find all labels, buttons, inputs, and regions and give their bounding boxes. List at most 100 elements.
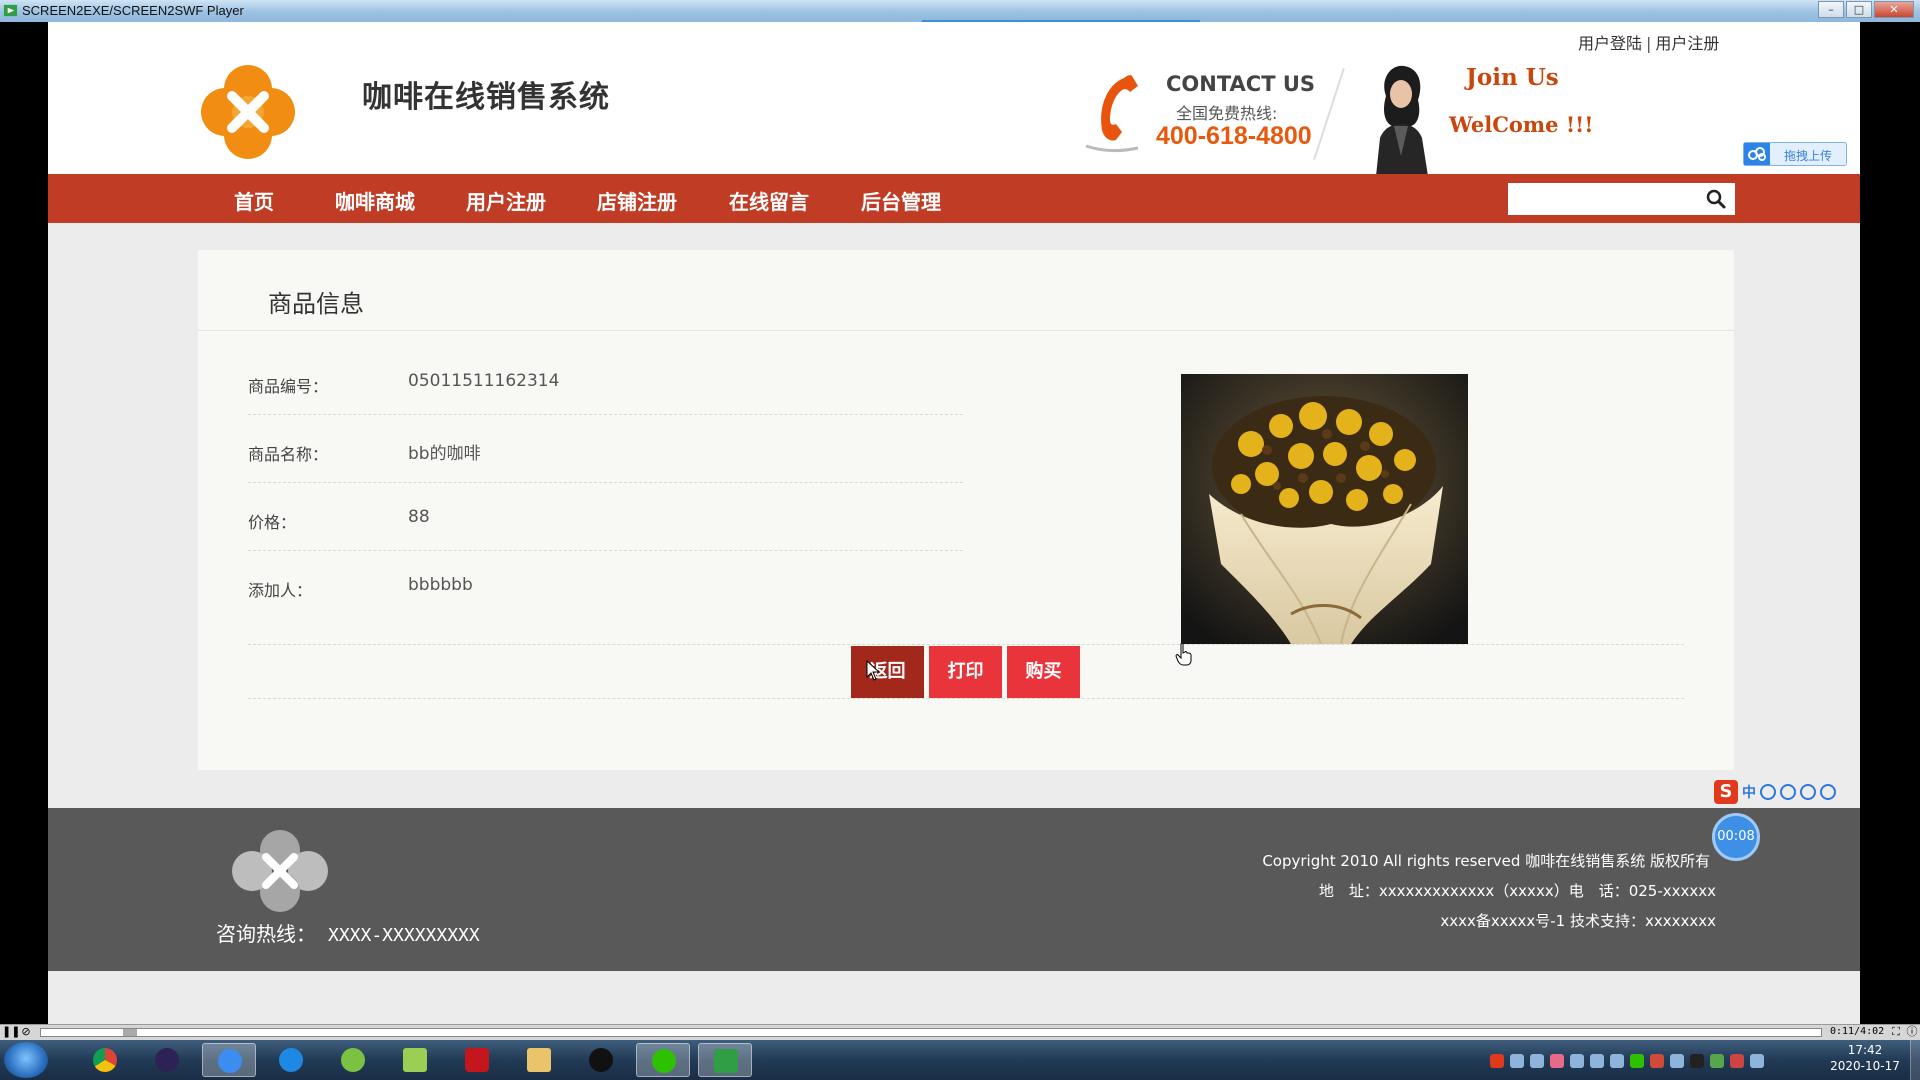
browser-taskbar-icon[interactable] [264, 1043, 318, 1077]
maximize-button[interactable]: □ [1846, 1, 1872, 18]
link-separator: | [1646, 34, 1652, 53]
nav-coffee-mall[interactable]: 咖啡商城 [335, 186, 415, 215]
clock-date: 2020-10-17 [1830, 1059, 1900, 1073]
copyright-owner: 咖啡在线销售系统 版权所有 [1525, 852, 1710, 870]
tray-icon[interactable] [1710, 1054, 1724, 1068]
window-controls: – □ ✕ [1818, 1, 1914, 18]
header-divider [1313, 68, 1345, 160]
upload-label: 拖拽上传 [1784, 149, 1833, 163]
chrome-taskbar-icon[interactable] [78, 1043, 132, 1077]
wechat-taskbar-icon[interactable] [636, 1043, 690, 1077]
cloud-icon [1744, 143, 1770, 165]
file-explorer-taskbar-icon[interactable] [512, 1043, 566, 1077]
customer-service-avatar [1376, 65, 1428, 176]
wechat-tray-icon[interactable] [1630, 1054, 1644, 1068]
back-button[interactable]: 返回 [851, 646, 924, 698]
eclipse-taskbar-icon[interactable] [140, 1043, 194, 1077]
seek-bar[interactable] [40, 1028, 1822, 1037]
web-page: 用户登陆 | 用户注册 咖啡在线销售系统 CONTACT US 全国免费热线: 40… [48, 22, 1860, 1025]
footer-icp: xxxx备xxxxx号-1 技术支持：xxxxxxxx [1440, 912, 1716, 930]
contact-label: CONTACT US [1166, 72, 1316, 96]
drag-upload-button[interactable]: 拖拽上传 [1743, 142, 1847, 166]
ime-mode-label[interactable]: 中 [1742, 782, 1756, 802]
ime-voice-icon[interactable] [1780, 784, 1796, 800]
ime-settings-icon[interactable] [1820, 784, 1836, 800]
nav-message-board[interactable]: 在线留言 [729, 186, 809, 215]
tray-icon[interactable] [1550, 1054, 1564, 1068]
network-tray-icon[interactable] [1750, 1054, 1764, 1068]
player-title: SCREEN2EXE/SCREEN2SWF Player [22, 3, 244, 18]
playback-time: 0:11/4:02 [1830, 1026, 1885, 1037]
screen-player-taskbar-icon[interactable] [698, 1043, 752, 1077]
clock-time: 17:42 [1847, 1043, 1883, 1057]
account-links: 用户登陆 | 用户注册 [1578, 30, 1719, 54]
info-icon[interactable]: ⓘ [1906, 1026, 1918, 1038]
sogou-ime-icon[interactable]: S [1714, 780, 1738, 804]
site-header: 用户登陆 | 用户注册 咖啡在线销售系统 CONTACT US 全国免费热线: 40… [48, 22, 1860, 176]
seek-thumb[interactable] [123, 1029, 137, 1036]
nav-shop-register[interactable]: 店铺注册 [597, 186, 677, 215]
buy-button[interactable]: 购买 [1007, 646, 1080, 698]
nav-user-register[interactable]: 用户注册 [466, 186, 546, 215]
system-tray [1490, 1050, 1790, 1072]
tray-icon[interactable] [1530, 1054, 1544, 1068]
close-button[interactable]: ✕ [1874, 1, 1914, 18]
arrow-cursor-icon [866, 660, 880, 681]
sogou-tray-icon[interactable] [1490, 1054, 1504, 1068]
divider [248, 644, 1684, 645]
ime-emoji-icon[interactable] [1760, 784, 1776, 800]
taskbar-clock[interactable]: 17:42 2020-10-17 [1820, 1042, 1910, 1074]
tray-icon[interactable] [1650, 1054, 1664, 1068]
recording-timer[interactable]: 00:08 [1712, 813, 1760, 861]
search-input[interactable] [1508, 183, 1735, 215]
fullscreen-icon[interactable]: ⛶ [1890, 1026, 1902, 1038]
footer-address: 地 址：xxxxxxxxxxxxx（xxxxx）电 话：025-xxxxxx [1318, 882, 1716, 900]
volume-tray-icon[interactable] [1730, 1054, 1744, 1068]
minimize-button[interactable]: – [1818, 1, 1844, 18]
field-label: 商品编号： [248, 377, 329, 396]
ime-keyboard-icon[interactable] [1800, 784, 1816, 800]
tray-icon[interactable] [1590, 1054, 1604, 1068]
shield-tray-icon[interactable] [1570, 1054, 1584, 1068]
nav-home[interactable]: 首页 [234, 186, 274, 215]
welcome-text: WelCome !!! [1449, 112, 1594, 137]
search-icon[interactable] [1705, 188, 1727, 210]
greenapp-taskbar-icon[interactable] [326, 1043, 380, 1077]
tray-icon[interactable] [1610, 1054, 1624, 1068]
register-link[interactable]: 用户注册 [1655, 34, 1719, 53]
field-label: 商品名称： [248, 445, 329, 464]
section-divider [198, 330, 1734, 331]
field-label: 价格： [248, 513, 297, 532]
consult-hotline: 咨询热线： XXXX-XXXXXXXXX [216, 918, 480, 947]
ime-toolbar: S 中 [1714, 778, 1920, 806]
join-us-text: Join Us [1466, 64, 1559, 91]
start-button-icon[interactable] [4, 1042, 48, 1078]
field-row-id: 商品编号： 05011511162314 [248, 347, 963, 415]
qq-tray-icon[interactable] [1690, 1054, 1704, 1068]
chart-tool-taskbar-icon[interactable] [388, 1043, 442, 1077]
nav-admin[interactable]: 后台管理 [861, 186, 941, 215]
taskbar: 17:42 2020-10-17 [0, 1040, 1920, 1080]
site-title: 咖啡在线销售系统 [362, 80, 610, 115]
baidu-netdisk-taskbar-icon[interactable] [202, 1043, 256, 1077]
field-row-creator: 添加人： bbbbbb [248, 551, 963, 619]
qq-taskbar-icon[interactable] [574, 1043, 628, 1077]
player-controls: ❚❚ ⊘ 0:11/4:02 ⛶ ⓘ [0, 1024, 1920, 1040]
hand-cursor-icon [1175, 642, 1192, 666]
field-label: 添加人： [248, 581, 313, 600]
copyright-prefix: Copyright 2010 All rights reserved [1262, 852, 1521, 870]
tray-icon[interactable] [1670, 1054, 1684, 1068]
stop-icon[interactable]: ⊘ [20, 1026, 32, 1038]
pause-icon[interactable]: ❚❚ [2, 1026, 20, 1038]
phone-icon [1085, 75, 1139, 153]
field-value: 05011511162314 [408, 371, 560, 391]
show-desktop-button[interactable] [1910, 1040, 1920, 1080]
field-value: bbbbbb [408, 575, 473, 595]
site-logo-icon[interactable] [198, 62, 298, 162]
print-button[interactable]: 打印 [929, 646, 1002, 698]
login-link[interactable]: 用户登陆 [1578, 34, 1642, 53]
flash-taskbar-icon[interactable] [450, 1043, 504, 1077]
section-title: 商品信息 [268, 290, 364, 318]
tray-icon[interactable] [1510, 1054, 1524, 1068]
field-value: bb的咖啡 [408, 444, 481, 464]
